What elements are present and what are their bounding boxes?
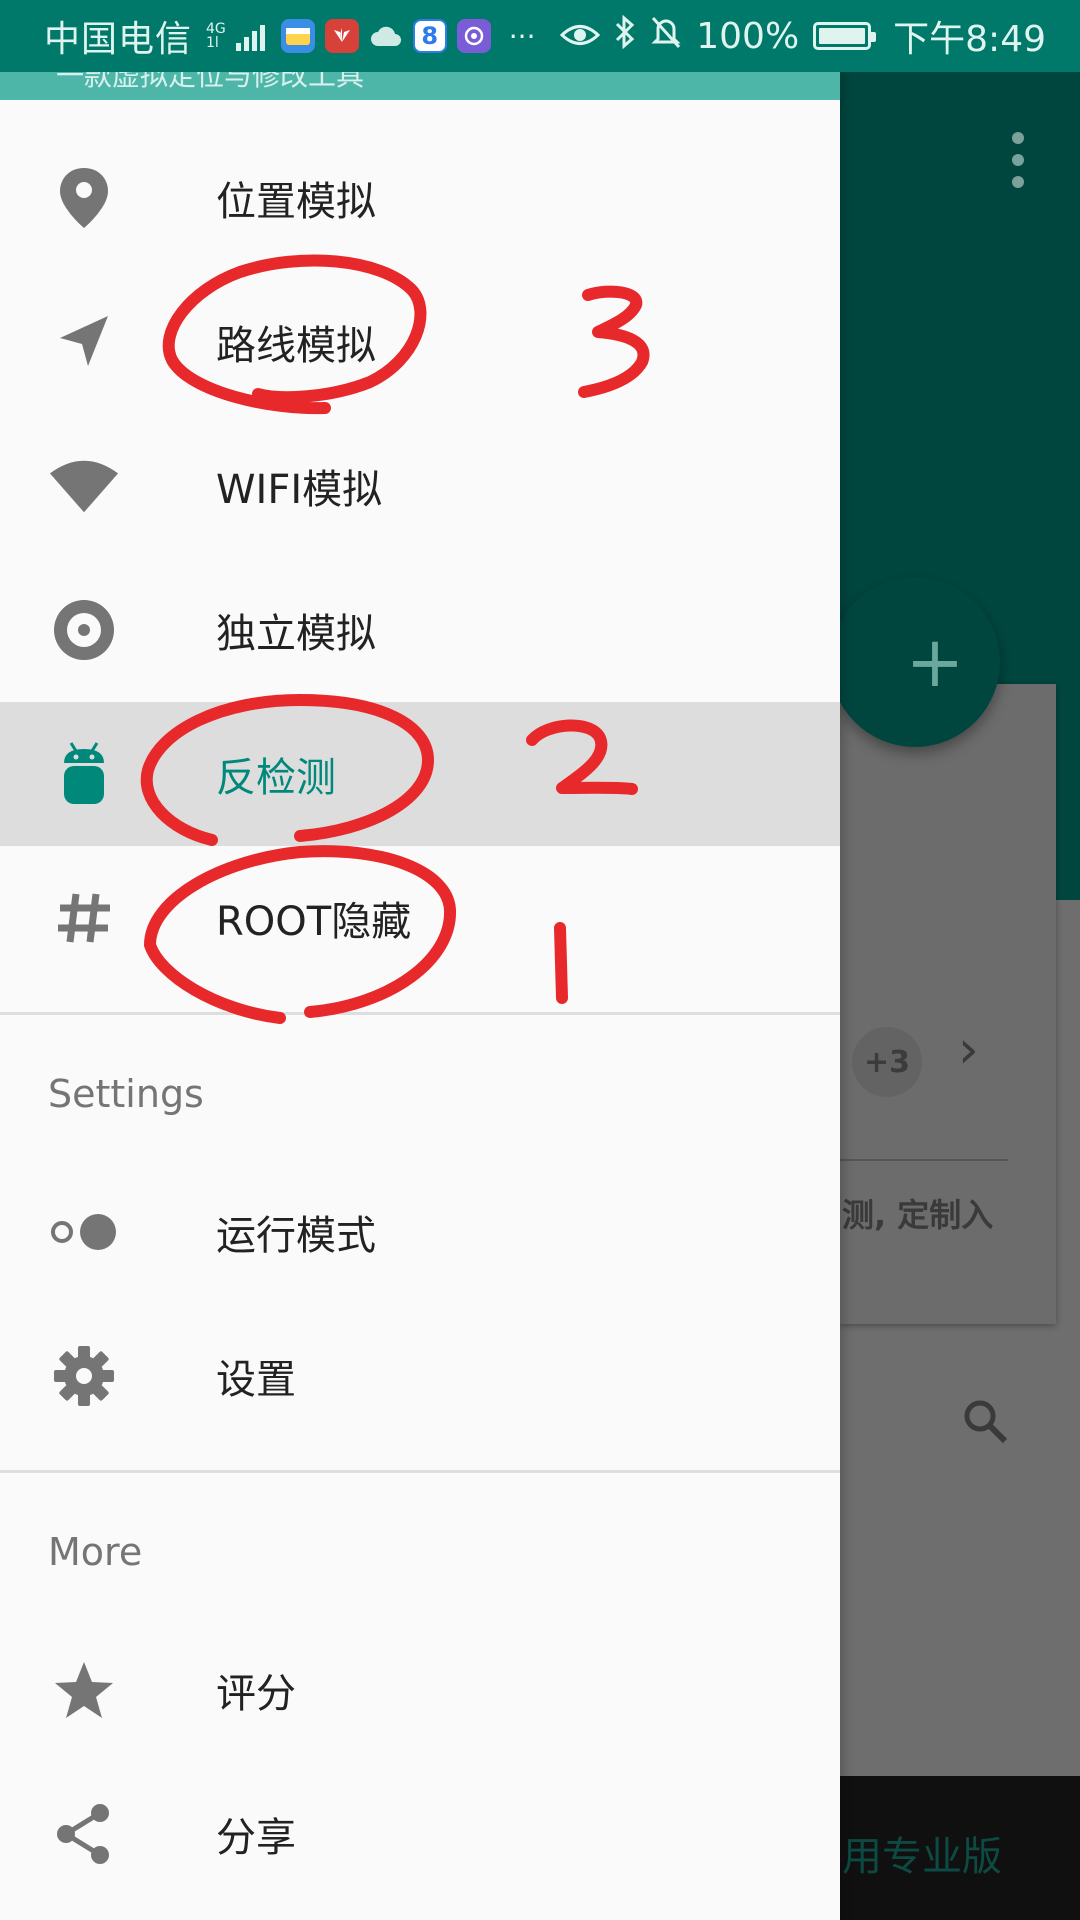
more-section-header: More (48, 1530, 143, 1574)
nav-item-standalone-mock[interactable]: 独立模拟 (0, 558, 840, 702)
battery-icon (813, 22, 877, 50)
location-pin-icon (48, 162, 120, 234)
nav-item-label: 分享 (216, 1815, 296, 1861)
app-8-icon: 8 (412, 19, 447, 53)
planet-app-icon (456, 19, 491, 53)
more-notifications-icon: ··· (508, 19, 536, 53)
nav-item-settings[interactable]: 设置 (0, 1304, 840, 1448)
section-divider (0, 1012, 840, 1015)
gear-icon (48, 1340, 120, 1412)
pro-banner-text: 用专业版 (842, 1834, 1002, 1880)
navigation-arrow-icon (48, 306, 120, 378)
card-description: 测, 定制入 (842, 1196, 994, 1234)
nav-item-anti-detection[interactable]: 反检测 (0, 702, 840, 846)
share-icon (48, 1798, 120, 1870)
mute-bell-icon (650, 15, 682, 58)
carrier-name: 中国电信 (44, 19, 193, 60)
toggle-mode-icon (48, 1196, 120, 1268)
nav-item-wifi-mock[interactable]: WIFI模拟 (0, 414, 840, 558)
nav-item-label: ROOT隐藏 (216, 899, 412, 945)
bluetooth-icon (614, 14, 636, 58)
huawei-app-icon (324, 19, 359, 53)
nav-item-label: 独立模拟 (216, 611, 376, 657)
nav-item-root-hide[interactable]: ROOT隐藏 (0, 846, 840, 990)
nav-item-location-mock[interactable]: 位置模拟 (0, 126, 840, 270)
nav-item-rate[interactable]: 评分 (0, 1618, 840, 1762)
star-icon (48, 1654, 120, 1726)
search-icon (960, 1396, 1012, 1460)
nav-item-label: 位置模拟 (216, 179, 376, 225)
more-count-badge: +3 (852, 1027, 922, 1097)
nav-item-route-mock[interactable]: 路线模拟 (0, 270, 840, 414)
network-type: 4G 1l (206, 21, 226, 51)
wallet-app-icon (280, 19, 315, 53)
signal-icon (235, 21, 265, 51)
nav-item-label: 评分 (216, 1671, 296, 1717)
nav-item-label: 反检测 (216, 755, 336, 801)
battery-percent: 100% (696, 15, 800, 57)
status-bar: 中国电信 4G 1l 8 ··· 100% 下午8:49 (0, 0, 1080, 72)
nav-item-share[interactable]: 分享 (0, 1762, 840, 1906)
eye-icon (560, 16, 601, 57)
navigation-drawer: 一款虚拟定位与修改工具 位置模拟 路线模拟 WIFI模拟 独立模拟 反检测 RO… (0, 72, 840, 1920)
cloud-icon (369, 16, 403, 57)
chevron-right-icon: › (958, 1020, 979, 1080)
nav-item-label: 设置 (216, 1357, 296, 1403)
card-divider (840, 1159, 1008, 1161)
background-activity: + +3 › 测, 定制入 用专业版 (840, 72, 1080, 1920)
nav-item-label: 运行模式 (216, 1213, 376, 1259)
section-divider (0, 1470, 840, 1473)
pro-banner: 用专业版 (840, 1776, 1080, 1920)
nav-item-label: 路线模拟 (216, 323, 376, 369)
hash-icon (48, 882, 120, 954)
clock: 下午8:49 (893, 19, 1046, 60)
nav-item-label: WIFI模拟 (216, 467, 383, 513)
settings-section-header: Settings (48, 1072, 204, 1116)
overflow-menu-icon (1012, 132, 1024, 188)
nav-item-run-mode[interactable]: 运行模式 (0, 1160, 840, 1304)
android-icon (48, 738, 120, 810)
drawer-header-text: 一款虚拟定位与修改工具 (56, 72, 365, 92)
drawer-header: 一款虚拟定位与修改工具 (0, 72, 840, 100)
disc-icon (48, 594, 120, 666)
wifi-icon (48, 450, 120, 522)
